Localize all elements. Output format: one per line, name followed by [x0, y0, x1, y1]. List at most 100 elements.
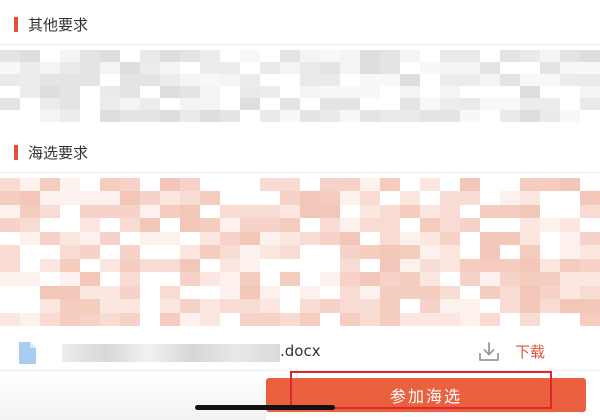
mosaic-tile — [460, 50, 480, 62]
mosaic-tile — [340, 98, 360, 110]
mosaic-tile — [420, 312, 440, 326]
mosaic-tile — [60, 191, 80, 206]
mosaic-tile — [560, 98, 580, 110]
mosaic-tile — [100, 258, 120, 273]
mosaic-tile — [320, 62, 340, 74]
mosaic-tile — [120, 86, 140, 98]
mosaic-tile — [200, 191, 220, 206]
mosaic-tile — [420, 86, 440, 98]
mosaic-tile — [320, 231, 340, 246]
mosaic-tile — [300, 258, 320, 273]
mosaic-tile — [40, 272, 60, 287]
mosaic-tile — [380, 178, 400, 192]
mosaic-tile — [140, 178, 160, 192]
mosaic-tile — [280, 299, 300, 314]
mosaic-tile — [560, 86, 580, 98]
mosaic-tile — [560, 299, 580, 314]
mosaic-tile — [400, 231, 420, 246]
mosaic-tile — [100, 312, 120, 326]
mosaic-tile — [460, 98, 480, 110]
mosaic-tile — [220, 258, 240, 273]
mosaic-tile — [0, 191, 20, 206]
mosaic-tile — [180, 74, 200, 86]
mosaic-tile — [180, 245, 200, 260]
mosaic-tile — [440, 272, 460, 287]
mosaic-tile — [0, 285, 20, 300]
mosaic-tile — [60, 285, 80, 300]
mosaic-tile — [440, 285, 460, 300]
mosaic-tile — [180, 258, 200, 273]
mosaic-tile — [120, 231, 140, 246]
mosaic-tile — [80, 285, 100, 300]
mosaic-tile — [220, 204, 240, 219]
mosaic-tile — [20, 312, 40, 326]
mosaic-tile — [340, 86, 360, 98]
mosaic-tile — [520, 258, 540, 273]
mosaic-tile — [280, 86, 300, 98]
mosaic-tile — [320, 110, 340, 122]
mosaic-tile — [40, 245, 60, 260]
mosaic-tile — [420, 98, 440, 110]
mosaic-tile — [400, 285, 420, 300]
mosaic-tile — [120, 178, 140, 192]
mosaic-tile — [520, 191, 540, 206]
mosaic-tile — [460, 191, 480, 206]
attachment-row[interactable]: .docx 下载 — [0, 332, 600, 368]
mosaic-tile — [340, 245, 360, 260]
mosaic-tile — [460, 258, 480, 273]
mosaic-tile — [360, 218, 380, 233]
download-link[interactable]: 下载 — [515, 341, 545, 362]
mosaic-tile — [120, 258, 140, 273]
mosaic-tile — [480, 98, 500, 110]
mosaic-tile — [40, 312, 60, 326]
mosaic-tile — [400, 245, 420, 260]
mosaic-tile — [300, 62, 320, 74]
mosaic-tile — [20, 204, 40, 219]
mosaic-tile — [80, 98, 100, 110]
mosaic-tile — [140, 245, 160, 260]
mosaic-tile — [140, 86, 160, 98]
mosaic-tile — [360, 258, 380, 273]
mosaic-tile — [440, 110, 460, 122]
mosaic-tile — [160, 86, 180, 98]
mosaic-tile — [440, 50, 460, 62]
mosaic-tile — [540, 204, 560, 219]
mosaic-tile — [260, 312, 280, 326]
mosaic-tile — [420, 231, 440, 246]
mosaic-tile — [340, 258, 360, 273]
divider — [0, 172, 600, 173]
mosaic-tile — [360, 110, 380, 122]
mosaic-tile — [140, 272, 160, 287]
mosaic-tile — [200, 86, 220, 98]
mosaic-tile — [0, 178, 20, 192]
mosaic-tile — [20, 110, 40, 122]
mosaic-tile — [340, 285, 360, 300]
mosaic-tile — [460, 285, 480, 300]
mosaic-tile — [480, 62, 500, 74]
mosaic-tile — [440, 312, 460, 326]
file-extension: .docx — [280, 342, 321, 360]
mosaic-tile — [300, 191, 320, 206]
mosaic-tile — [480, 245, 500, 260]
mosaic-tile — [580, 110, 600, 122]
mosaic-tile — [140, 285, 160, 300]
mosaic-tile — [260, 204, 280, 219]
mosaic-tile — [420, 191, 440, 206]
mosaic-tile — [240, 272, 260, 287]
mosaic-tile — [500, 312, 520, 326]
mosaic-tile — [380, 312, 400, 326]
mosaic-tile — [280, 272, 300, 287]
mosaic-tile — [80, 86, 100, 98]
download-icon[interactable] — [478, 342, 500, 362]
mosaic-tile — [340, 62, 360, 74]
mosaic-tile — [380, 258, 400, 273]
mosaic-tile — [360, 62, 380, 74]
home-indicator[interactable] — [195, 405, 335, 410]
document-icon — [19, 342, 36, 364]
mosaic-tile — [120, 204, 140, 219]
mosaic-tile — [180, 178, 200, 192]
mosaic-tile — [40, 74, 60, 86]
mosaic-tile — [380, 74, 400, 86]
mosaic-tile — [80, 74, 100, 86]
mosaic-tile — [160, 204, 180, 219]
